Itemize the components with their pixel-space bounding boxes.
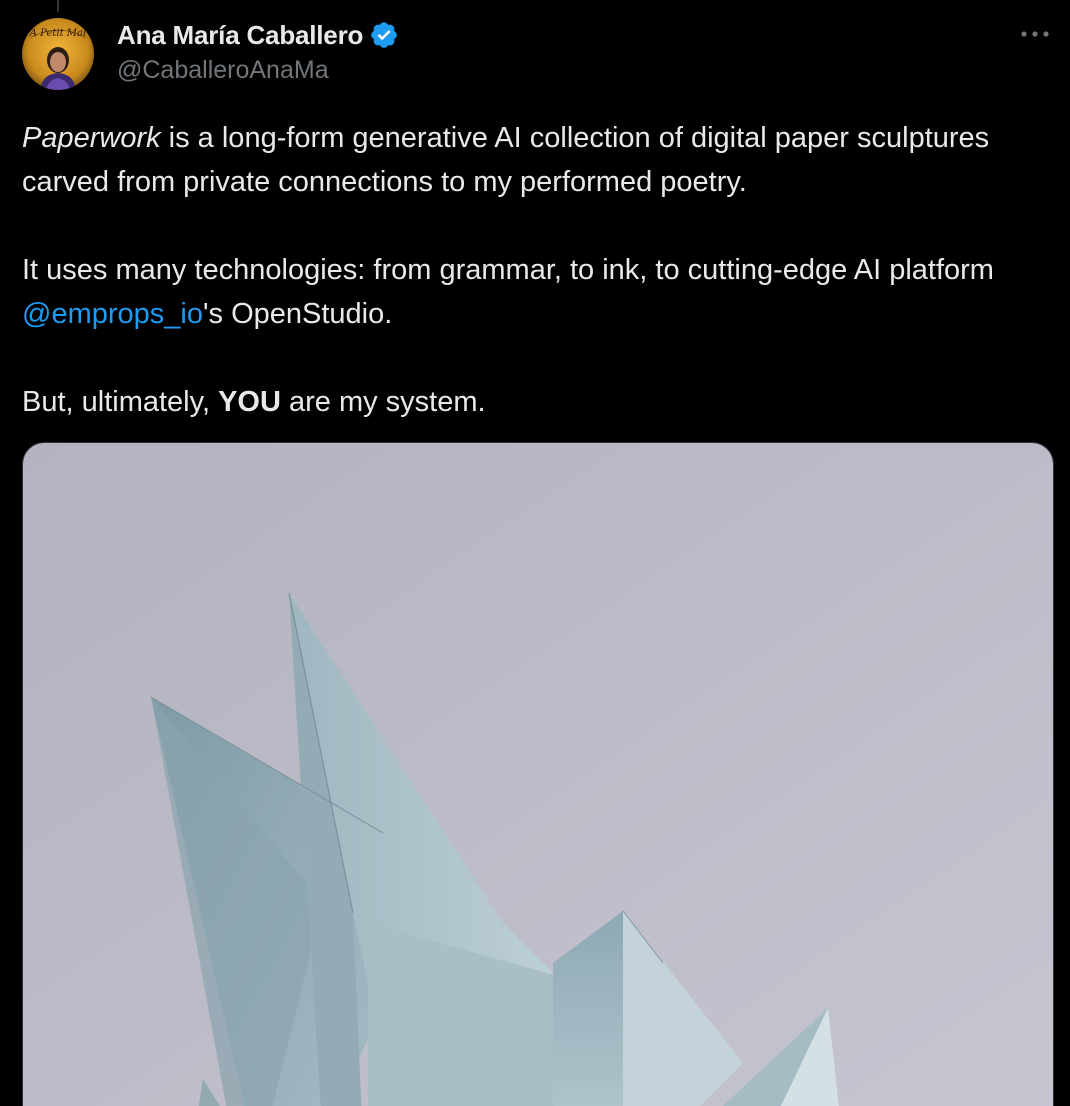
tweet-paragraph-1: Paperwork is a long-form generative AI c… [22, 116, 1042, 204]
mention-link[interactable]: @emprops_io [22, 298, 203, 330]
tweet-paragraph-2: It uses many technologies: from grammar,… [22, 248, 1042, 336]
paragraph-1-text: is a long-form generative AI collection … [22, 122, 990, 198]
paragraph-2-tail: 's OpenStudio. [202, 298, 393, 330]
more-options-icon [1021, 31, 1049, 37]
author-handle[interactable]: @CaballeroAnaMa [117, 56, 329, 85]
thread-line [57, 0, 59, 12]
verified-badge-icon [371, 22, 397, 48]
author-name-row[interactable]: Ana María Caballero [117, 18, 399, 52]
tweet-paragraph-3: But, ultimately, YOU are my system. [22, 380, 1042, 424]
display-name[interactable]: Ana María Caballero [117, 20, 363, 51]
tweet: A Petit Mal Ana María Caballero @Caballe… [0, 0, 1070, 1106]
avatar[interactable]: A Petit Mal [22, 18, 94, 90]
paragraph-3-tail: are my system. [280, 386, 486, 418]
tweet-image[interactable] [22, 442, 1054, 1106]
more-options-button[interactable] [1018, 20, 1052, 48]
collection-title: Paperwork [22, 122, 161, 154]
paragraph-2-text: It uses many technologies: from grammar,… [22, 254, 994, 286]
tweet-text: Paperwork is a long-form generative AI c… [22, 116, 1042, 424]
paragraph-3-text: But, ultimately, [22, 386, 219, 418]
svg-text:A Petit Mal: A Petit Mal [29, 28, 86, 39]
emphasis-you: YOU [218, 386, 281, 418]
